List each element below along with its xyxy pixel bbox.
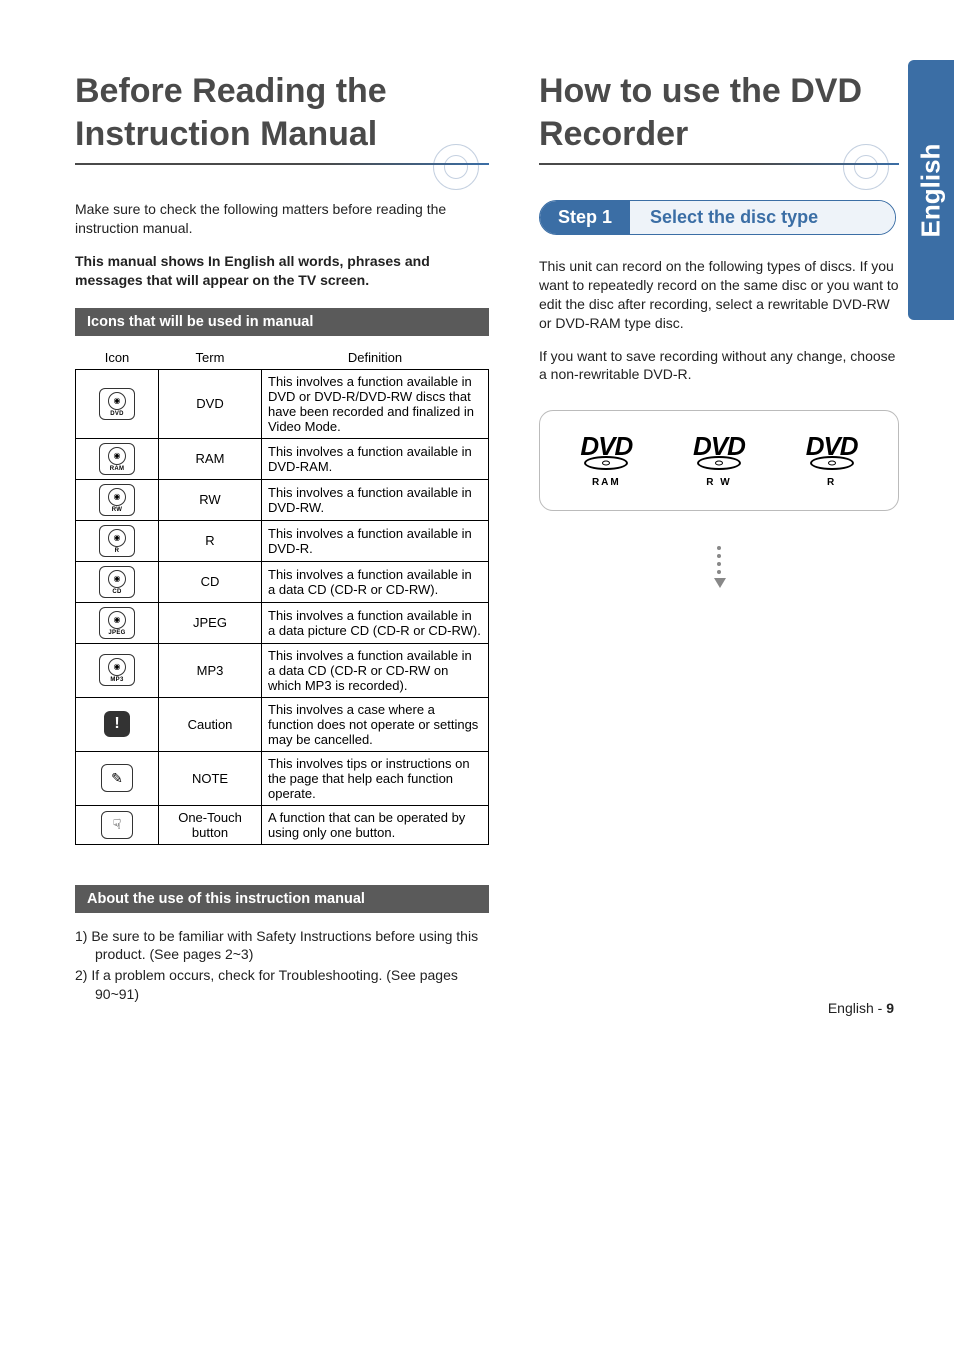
dvd-logo-ellipse-icon (584, 456, 628, 470)
term-cell: CD (159, 561, 262, 602)
table-row: ✎ NOTE This involves tips or instruction… (76, 751, 489, 805)
mp3-disc-icon: ◉MP3 (99, 654, 135, 686)
definition-cell: This involves tips or instructions on th… (262, 751, 489, 805)
term-cell: DVD (159, 369, 262, 438)
jpeg-disc-icon: ◉JPEG (99, 607, 135, 639)
icon-cell: ◉CD (76, 561, 159, 602)
header-definition: Definition (262, 346, 489, 370)
icon-cell: ◉DVD (76, 369, 159, 438)
term-cell: MP3 (159, 643, 262, 697)
definition-cell: This involves a function available in a … (262, 602, 489, 643)
side-language-tab: English (908, 60, 954, 320)
table-row: ◉JPEG JPEG This involves a function avai… (76, 602, 489, 643)
step-number: Step 1 (540, 201, 630, 234)
dvd-logo-ellipse-icon (810, 456, 854, 470)
icon-cell: ☟ (76, 805, 159, 844)
section-heading-about: About the use of this instruction manual (75, 885, 489, 913)
right-title: How to use the DVD Recorder (539, 70, 899, 155)
page-footer: English - 9 (828, 1000, 894, 1016)
step-paragraph-1: This unit can record on the following ty… (539, 257, 899, 333)
step-bar: Step 1 Select the disc type (539, 200, 896, 235)
icon-cell: ◉RAM (76, 438, 159, 479)
title-underline (75, 163, 489, 165)
table-row: ! Caution This involves a case where a f… (76, 697, 489, 751)
icon-cell: ! (76, 697, 159, 751)
header-term: Term (159, 346, 262, 370)
dvd-logo-ellipse-icon (697, 456, 741, 470)
icon-cell: ◉JPEG (76, 602, 159, 643)
title-underline (539, 163, 899, 165)
term-cell: One-Touch button (159, 805, 262, 844)
r-disc-icon: ◉R (99, 525, 135, 557)
table-row: ☟ One-Touch button A function that can b… (76, 805, 489, 844)
footer-lang: English (828, 1000, 874, 1016)
icon-cell: ◉R (76, 520, 159, 561)
two-column-layout: Before Reading the Instruction Manual Ma… (75, 70, 899, 1006)
about-notes-list: 1) Be sure to be familiar with Safety In… (75, 927, 489, 1005)
intro-paragraph: Make sure to check the following matters… (75, 200, 489, 238)
dvd-r-logo: DVD R (806, 431, 858, 490)
term-cell: RAM (159, 438, 262, 479)
footer-page-number: 9 (886, 1000, 894, 1016)
definition-cell: This involves a function available in a … (262, 561, 489, 602)
definition-cell: This involves a function available in DV… (262, 520, 489, 561)
term-cell: R (159, 520, 262, 561)
one-touch-hand-icon: ☟ (101, 811, 133, 839)
table-header-row: Icon Term Definition (76, 346, 489, 370)
dvd-logo-sub: R (827, 477, 836, 488)
bold-note-paragraph: This manual shows In English all words, … (75, 252, 489, 290)
table-row: ◉R R This involves a function available … (76, 520, 489, 561)
rw-disc-icon: ◉RW (99, 484, 135, 516)
term-cell: NOTE (159, 751, 262, 805)
icon-cell: ◉RW (76, 479, 159, 520)
note-pencil-icon: ✎ (101, 764, 133, 792)
term-cell: Caution (159, 697, 262, 751)
icons-table: Icon Term Definition ◉DVD DVD This invol… (75, 346, 489, 845)
left-title-block: Before Reading the Instruction Manual (75, 70, 489, 165)
left-column: Before Reading the Instruction Manual Ma… (75, 70, 489, 1006)
header-icon: Icon (76, 346, 159, 370)
term-cell: RW (159, 479, 262, 520)
section-heading-icons: Icons that will be used in manual (75, 308, 489, 336)
icon-cell: ◉MP3 (76, 643, 159, 697)
cd-disc-icon: ◉CD (99, 566, 135, 598)
icon-cell: ✎ (76, 751, 159, 805)
definition-cell: This involves a function available in DV… (262, 479, 489, 520)
table-row: ◉RAM RAM This involves a function availa… (76, 438, 489, 479)
dvd-ram-logo: DVD RAM (580, 431, 632, 490)
side-language-text: English (916, 143, 947, 237)
list-item: 1) Be sure to be familiar with Safety In… (75, 927, 489, 965)
definition-cell: This involves a case where a function do… (262, 697, 489, 751)
ram-disc-icon: ◉RAM (99, 443, 135, 475)
right-column: How to use the DVD Recorder Step 1 Selec… (539, 70, 899, 1006)
dvd-logo-sub: R W (706, 477, 731, 488)
term-cell: JPEG (159, 602, 262, 643)
definition-cell: This involves a function available in DV… (262, 438, 489, 479)
table-row: ◉MP3 MP3 This involves a function availa… (76, 643, 489, 697)
list-item: 2) If a problem occurs, check for Troubl… (75, 966, 489, 1004)
dvd-rw-logo: DVD R W (693, 431, 745, 490)
continuation-arrow-icon (714, 546, 724, 588)
disc-logos-box: DVD RAM DVD R W DVD R (539, 410, 899, 511)
caution-icon: ! (104, 711, 130, 737)
step-paragraph-2: If you want to save recording without an… (539, 347, 899, 385)
definition-cell: This involves a function available in a … (262, 643, 489, 697)
table-row: ◉CD CD This involves a function availabl… (76, 561, 489, 602)
step-title: Select the disc type (630, 201, 895, 234)
definition-cell: This involves a function available in DV… (262, 369, 489, 438)
definition-cell: A function that can be operated by using… (262, 805, 489, 844)
table-row: ◉DVD DVD This involves a function availa… (76, 369, 489, 438)
dvd-disc-icon: ◉DVD (99, 388, 135, 420)
dvd-logo-sub: RAM (592, 477, 621, 488)
table-row: ◉RW RW This involves a function availabl… (76, 479, 489, 520)
right-title-block: How to use the DVD Recorder (539, 70, 899, 165)
left-title: Before Reading the Instruction Manual (75, 70, 489, 155)
footer-sep: - (874, 1000, 886, 1016)
